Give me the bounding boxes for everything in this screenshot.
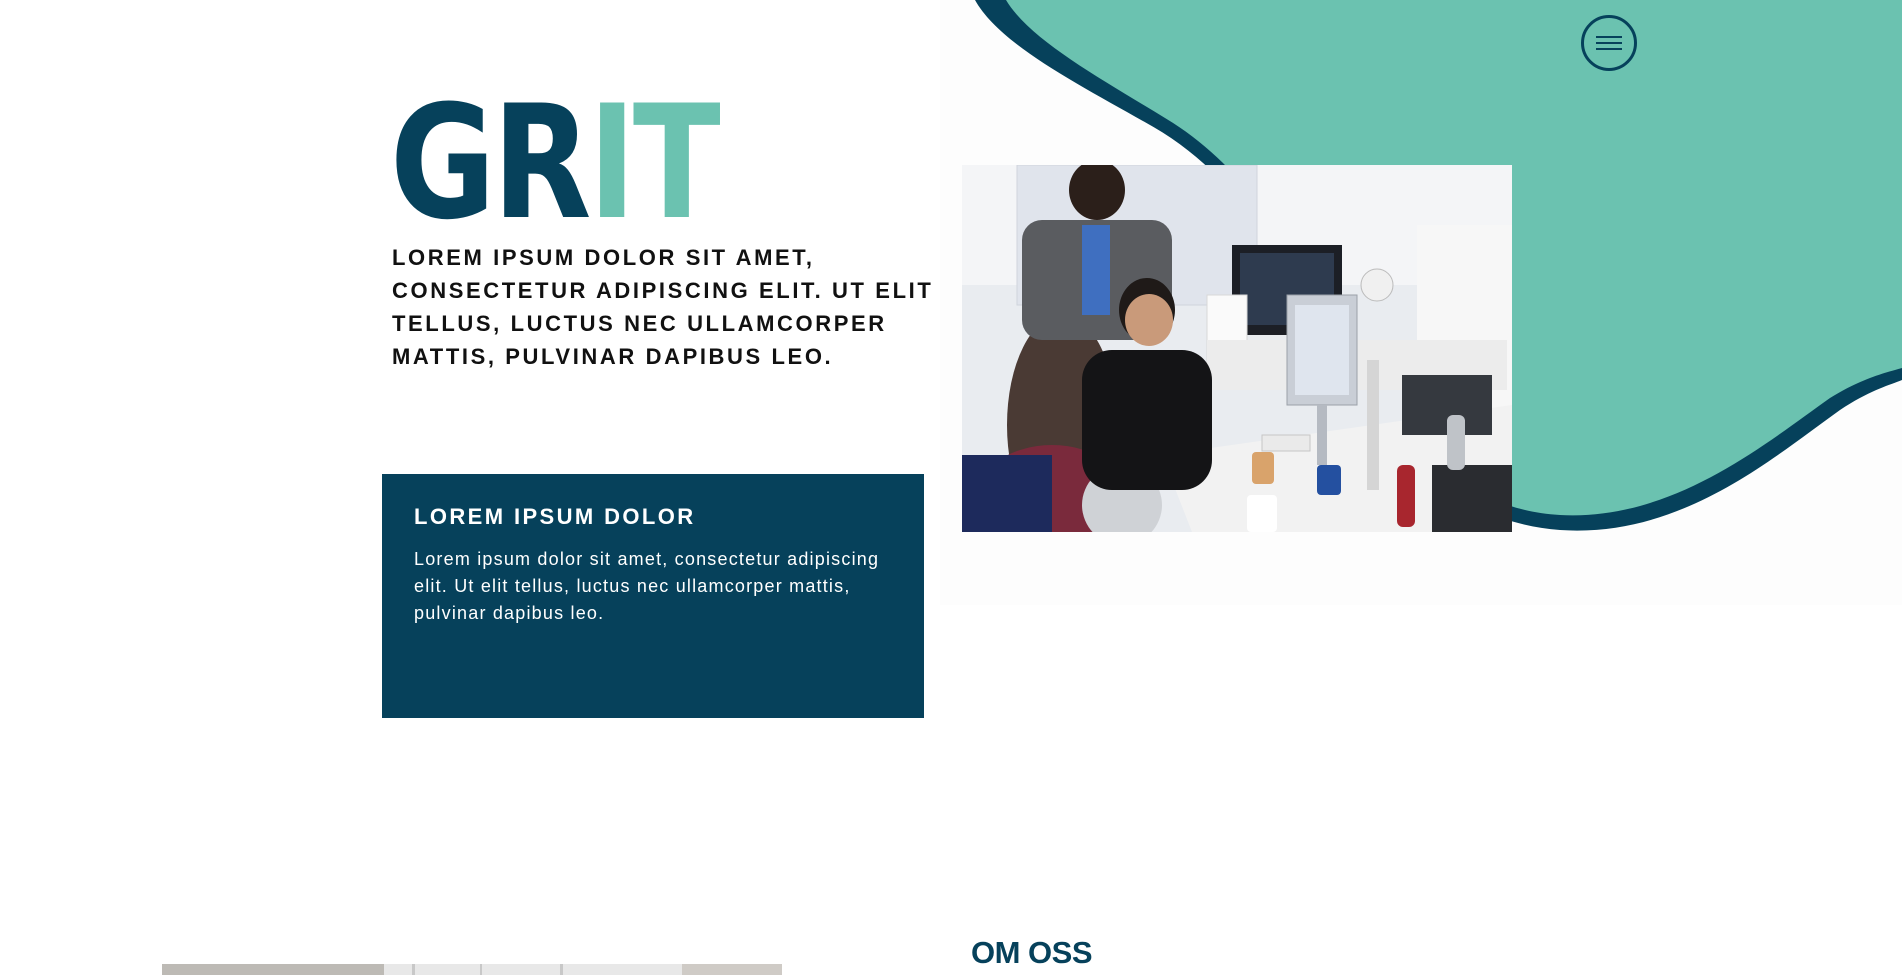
info-card-title: LOREM IPSUM DOLOR [414, 504, 696, 529]
info-card: LOREM IPSUM DOLOR Lorem ipsum dolor sit … [382, 474, 924, 718]
brand-logo: GRIT [390, 85, 721, 242]
about-section-title: OM OSS [971, 935, 1093, 970]
hero-tagline: LOREM IPSUM DOLOR SIT AMET, CONSECTETUR … [392, 245, 934, 369]
logo-part-it: IT [588, 72, 720, 255]
hamburger-menu-icon [1596, 36, 1622, 50]
menu-button[interactable] [1581, 15, 1637, 71]
hero-office-photo [962, 165, 1512, 532]
info-card-text: Lorem ipsum dolor sit amet, consectetur … [414, 549, 880, 623]
decorative-blob-shape [975, 0, 1902, 531]
logo-part-gr: GR [390, 72, 592, 255]
about-section-image [162, 964, 782, 975]
